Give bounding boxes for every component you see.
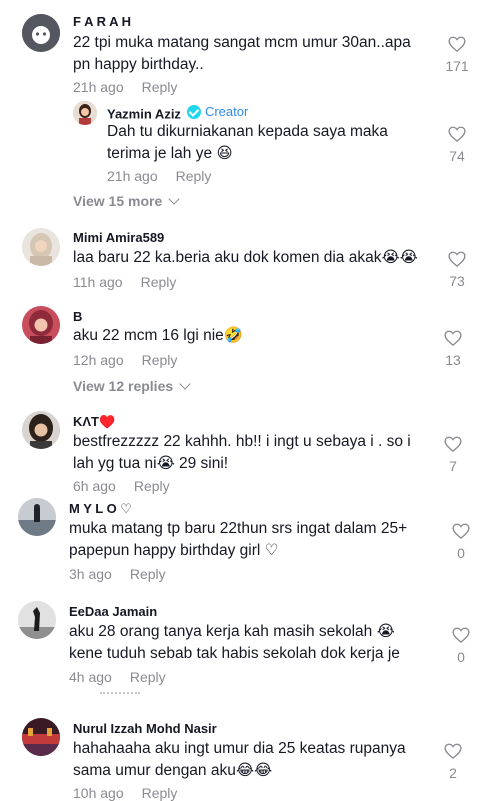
like-button[interactable]: 0 xyxy=(441,627,481,665)
avatar[interactable] xyxy=(22,411,60,449)
comment-time: 3h ago xyxy=(69,566,112,582)
heart-outline-icon xyxy=(452,627,470,643)
like-button[interactable]: 171 xyxy=(437,36,477,74)
comment-time: 11h ago xyxy=(73,274,123,290)
verified-check-icon xyxy=(186,104,201,119)
view-more-label[interactable]: View 12 replies xyxy=(73,378,173,394)
comment-time: 10h ago xyxy=(73,785,124,801)
avatar[interactable] xyxy=(22,228,60,266)
like-button[interactable]: 74 xyxy=(437,126,477,164)
avatar[interactable] xyxy=(18,498,56,536)
comment-text: hahahaaha aku ingt umur dia 25 keatas ru… xyxy=(73,740,406,779)
comment-time: 4h ago xyxy=(69,669,112,685)
like-count: 13 xyxy=(445,352,461,368)
comment-author[interactable]: M Y L O ♡ xyxy=(69,501,132,517)
comment-text: bestfrezzzzz 22 kahhh. hb!! i ingt u seb… xyxy=(73,433,411,472)
comment-text: laa baru 22 ka.beria aku dok komen dia a… xyxy=(73,249,418,266)
comment-author[interactable]: B xyxy=(73,309,82,324)
user-photo-icon xyxy=(18,498,56,536)
heart-outline-icon xyxy=(444,436,462,452)
reply-button[interactable]: Reply xyxy=(142,79,178,95)
heart-outline-icon xyxy=(448,36,466,52)
default-avatar-icon xyxy=(22,14,60,52)
comment-text: 22 tpi muka matang sangat mcm umur 30an.… xyxy=(73,34,411,73)
comment-time: 12h ago xyxy=(73,352,124,368)
like-button[interactable]: 7 xyxy=(433,436,473,474)
comment-time: 21h ago xyxy=(73,79,124,95)
comment-author[interactable]: F A R A H xyxy=(73,14,131,29)
reply-button[interactable]: Reply xyxy=(142,785,178,801)
like-count: 74 xyxy=(449,148,465,164)
heart-outline-icon xyxy=(452,523,470,539)
author-name[interactable]: Yazmin Aziz xyxy=(107,107,181,122)
like-count: 2 xyxy=(449,765,457,781)
heart-outline-icon xyxy=(444,330,462,346)
reply-button[interactable]: Reply xyxy=(141,274,177,290)
like-button[interactable]: 73 xyxy=(437,251,477,289)
chevron-down-icon xyxy=(179,378,191,390)
user-photo-icon xyxy=(22,718,60,756)
like-count: 7 xyxy=(449,458,457,474)
creator-label: Creator xyxy=(204,104,249,119)
like-button[interactable]: 0 xyxy=(441,523,481,561)
chevron-down-icon xyxy=(168,193,180,205)
like-count: 0 xyxy=(457,545,465,561)
reply-button[interactable]: Reply xyxy=(130,566,166,582)
comment-author[interactable]: Mimi Amira589 xyxy=(73,230,164,245)
user-photo-icon xyxy=(22,411,60,449)
comment-text: aku 22 mcm 16 lgi nie🤣 xyxy=(73,327,244,344)
comment-text: aku 28 orang tanya kerja kah masih sekol… xyxy=(69,623,400,662)
reply-button[interactable]: Reply xyxy=(142,352,178,368)
heart-outline-icon xyxy=(448,251,466,267)
reply-button[interactable]: Reply xyxy=(176,168,212,184)
avatar[interactable] xyxy=(73,101,97,125)
creator-badge: Creator xyxy=(186,104,249,119)
reply-button[interactable]: Reply xyxy=(130,669,166,685)
view-more-replies[interactable]: View 12 replies xyxy=(73,378,191,394)
avatar[interactable] xyxy=(22,718,60,756)
reply-button[interactable]: Reply xyxy=(134,478,170,494)
comment-text: muka matang tp baru 22thun srs ingat dal… xyxy=(69,520,408,559)
user-photo-icon xyxy=(73,101,97,125)
avatar[interactable] xyxy=(18,601,56,639)
like-count: 0 xyxy=(457,649,465,665)
avatar[interactable] xyxy=(22,306,60,344)
user-photo-icon xyxy=(22,228,60,266)
comment-author[interactable]: KΛT♥️ xyxy=(73,414,115,430)
comment-text: Dah tu dikurniakanan kepada saya maka te… xyxy=(107,123,388,162)
like-count: 73 xyxy=(449,273,465,289)
like-button[interactable]: 2 xyxy=(433,743,473,781)
comment-author[interactable]: Nurul Izzah Mohd Nasir xyxy=(73,721,217,736)
like-count: 171 xyxy=(445,58,469,74)
collapsed-replies-divider xyxy=(100,692,140,694)
like-button[interactable]: 13 xyxy=(433,330,473,368)
view-more-replies[interactable]: View 15 more xyxy=(73,193,180,209)
comment-author[interactable]: Yazmin Aziz Creator xyxy=(107,104,248,122)
user-photo-icon xyxy=(22,306,60,344)
avatar[interactable] xyxy=(22,14,60,52)
user-photo-icon xyxy=(18,601,56,639)
comment-time: 6h ago xyxy=(73,478,116,494)
comment-time: 21h ago xyxy=(107,168,158,184)
heart-outline-icon xyxy=(448,126,466,142)
comment-author[interactable]: EeDaa Jamain xyxy=(69,604,157,619)
heart-outline-icon xyxy=(444,743,462,759)
view-more-label[interactable]: View 15 more xyxy=(73,193,162,209)
